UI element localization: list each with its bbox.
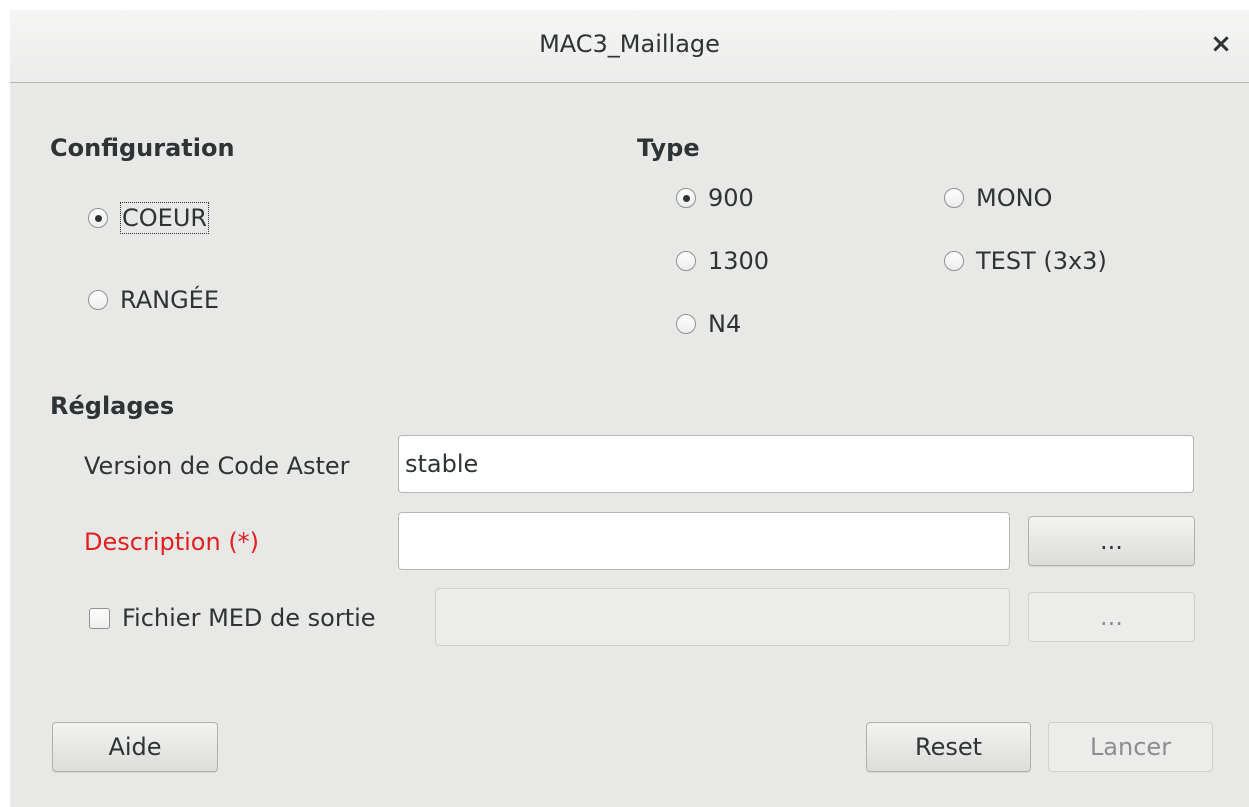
radio-indicator[interactable] — [944, 251, 964, 271]
radio-coeur[interactable]: COEUR — [88, 202, 210, 234]
radio-coeur-label: COEUR — [120, 202, 210, 234]
checkbox-indicator[interactable] — [89, 607, 110, 629]
description-label: Description (*) — [84, 528, 260, 556]
med-output-browse-button[interactable]: ... — [1028, 592, 1195, 642]
radio-type-n4-label: N4 — [708, 310, 742, 338]
configuration-heading: Configuration — [50, 134, 235, 162]
radio-type-mono-label: MONO — [976, 184, 1053, 212]
med-output-field[interactable] — [435, 588, 1010, 646]
radio-indicator[interactable] — [88, 290, 108, 310]
description-browse-button[interactable]: ... — [1028, 516, 1195, 566]
radio-type-test[interactable]: TEST (3x3) — [944, 247, 1107, 275]
radio-indicator-checked[interactable] — [676, 188, 696, 208]
version-label: Version de Code Aster — [84, 452, 350, 480]
close-icon[interactable]: × — [1207, 30, 1235, 58]
run-button[interactable]: Lancer — [1048, 722, 1213, 772]
med-output-checkbox[interactable]: Fichier MED de sortie — [89, 604, 376, 632]
window-title: MAC3_Maillage — [539, 30, 720, 58]
radio-type-mono[interactable]: MONO — [944, 184, 1052, 212]
radio-indicator[interactable] — [676, 251, 696, 271]
med-output-label: Fichier MED de sortie — [122, 604, 376, 632]
version-field[interactable]: stable — [398, 435, 1194, 493]
reset-button[interactable]: Reset — [866, 722, 1031, 772]
radio-type-n4[interactable]: N4 — [676, 310, 741, 338]
radio-type-1300-label: 1300 — [708, 247, 770, 275]
radio-type-test-label: TEST (3x3) — [976, 247, 1107, 275]
type-heading: Type — [637, 134, 700, 162]
title-bar[interactable]: MAC3_Maillage × — [10, 10, 1249, 83]
radio-rangee-label: RANGÉE — [120, 286, 219, 314]
radio-type-1300[interactable]: 1300 — [676, 247, 769, 275]
version-field-value: stable — [405, 450, 479, 478]
radio-rangee[interactable]: RANGÉE — [88, 286, 219, 314]
radio-indicator[interactable] — [944, 188, 964, 208]
mac3-maillage-dialog: MAC3_Maillage × Configuration COEUR RANG… — [10, 10, 1249, 807]
radio-type-900-label: 900 — [708, 184, 754, 212]
description-field[interactable] — [398, 512, 1010, 570]
help-button[interactable]: Aide — [52, 722, 218, 772]
reglages-heading: Réglages — [50, 392, 175, 420]
radio-type-900[interactable]: 900 — [676, 184, 754, 212]
radio-indicator-checked[interactable] — [88, 208, 108, 228]
radio-indicator[interactable] — [676, 314, 696, 334]
